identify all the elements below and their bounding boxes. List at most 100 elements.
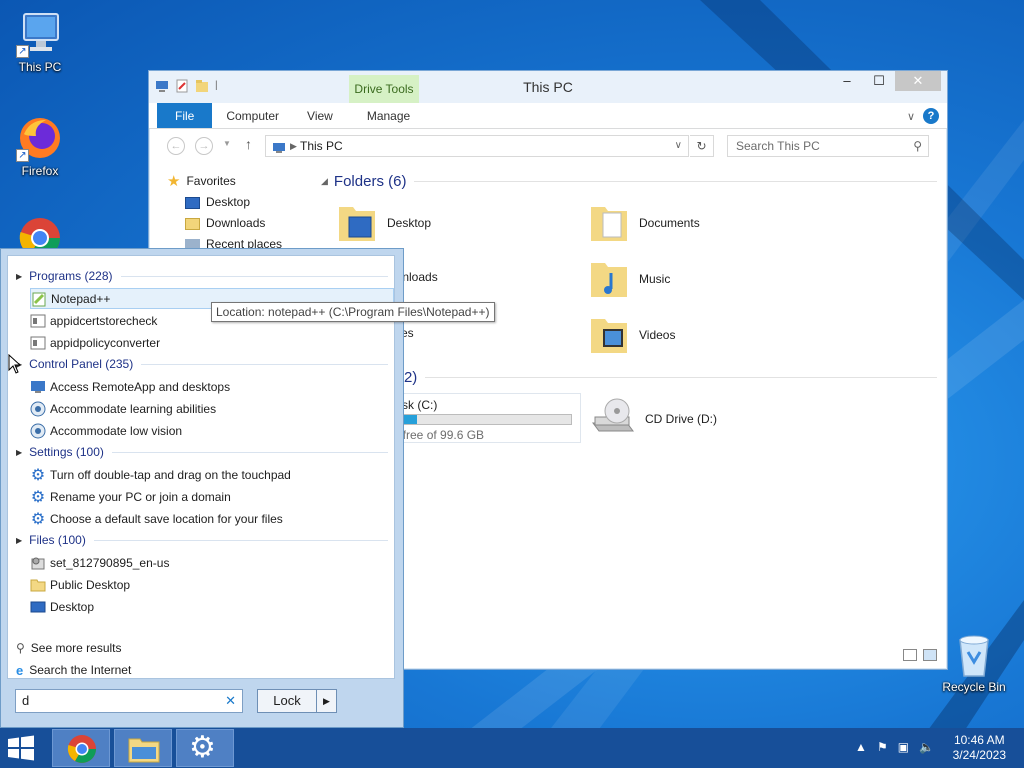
nav-item-label: Downloads	[206, 216, 266, 230]
result-rename-pc[interactable]: ⚙ Rename your PC or join a domain	[30, 486, 394, 507]
window-titlebar[interactable]: | Drive Tools This PC ‒ ☐ ✕	[149, 71, 947, 103]
result-turn-off-double-tap[interactable]: ⚙ Turn off double-tap and drag on the to…	[30, 464, 394, 485]
breadcrumb-chevron-icon[interactable]: ▶	[290, 136, 297, 156]
clear-search-icon[interactable]: ✕	[225, 690, 236, 712]
folder-music[interactable]: Music	[589, 255, 670, 302]
folders-header-label: Folders (6)	[333, 172, 407, 190]
desktop-folder-icon	[185, 196, 200, 209]
tab-manage[interactable]: Manage	[353, 103, 424, 128]
result-accommodate-low-vision[interactable]: Accommodate low vision	[30, 420, 394, 441]
category-control-panel[interactable]: ▶ Control Panel (235)	[16, 354, 388, 374]
folders-group-header[interactable]: ◢ Folders (6)	[321, 167, 937, 195]
search-placeholder: Search This PC	[736, 139, 820, 153]
see-more-results-link[interactable]: ⚲ See more results	[16, 638, 122, 658]
nav-item-downloads[interactable]: Downloads	[167, 213, 317, 234]
window-title: This PC	[523, 79, 573, 95]
up-button[interactable]: ↑	[245, 136, 252, 152]
action-center-flag-icon[interactable]: ⚑	[877, 740, 888, 754]
gear-icon: ⚙	[30, 510, 46, 528]
documents-folder-icon	[589, 199, 629, 246]
drives-grid: cal Disk (C:) 5 GB free of 99.6 GB CD Dr…	[321, 391, 937, 463]
desktop-folder-icon	[30, 599, 46, 615]
expand-triangle-icon: ▶	[16, 271, 23, 281]
navigation-bar: ← → ▼ ↑ ▶ This PC ∨ ↻ Search This PC ⚲	[149, 129, 947, 163]
result-accommodate-learning[interactable]: Accommodate learning abilities	[30, 398, 394, 419]
show-hidden-icons-icon[interactable]: ▲	[855, 740, 867, 754]
maximize-button[interactable]: ☐	[863, 71, 895, 91]
category-label: Files (100)	[29, 533, 86, 547]
folder-documents[interactable]: Documents	[589, 199, 700, 246]
tab-file[interactable]: File	[157, 103, 213, 128]
result-label: appidpolicyconverter	[50, 335, 161, 350]
result-appidpolicyconverter[interactable]: appidpolicyconverter	[30, 332, 394, 353]
large-icons-view-icon[interactable]	[923, 649, 937, 661]
result-label: Public Desktop	[50, 577, 131, 592]
clock[interactable]: 10:46 AM 3/24/2023	[953, 733, 1006, 763]
result-desktop[interactable]: Desktop	[30, 596, 394, 617]
minimize-button[interactable]: ‒	[831, 71, 863, 91]
drive-cd[interactable]: CD Drive (D:)	[589, 397, 717, 440]
taskbar-chrome[interactable]	[52, 729, 110, 767]
category-settings[interactable]: ▶ Settings (100)	[16, 442, 388, 462]
expand-ribbon-icon[interactable]: ∨	[907, 110, 915, 123]
close-button[interactable]: ✕	[895, 71, 941, 91]
gear-icon: ⚙	[30, 488, 46, 506]
search-icon: ⚲	[16, 641, 25, 655]
desktop-icon-label: Firefox	[21, 164, 59, 178]
refresh-button[interactable]: ↻	[690, 135, 714, 157]
network-icon[interactable]: ▣	[898, 740, 909, 754]
search-internet-link[interactable]: e Search the Internet	[16, 660, 131, 680]
category-files[interactable]: ▶ Files (100)	[16, 530, 388, 550]
address-bar[interactable]: ▶ This PC ∨	[265, 135, 689, 157]
lock-button-label: Lock	[273, 693, 301, 708]
desktop-icon-this-pc[interactable]: ↗ This PC	[2, 10, 78, 74]
power-options-arrow-icon[interactable]: ▶	[316, 690, 336, 712]
console-app-icon	[30, 335, 46, 351]
result-label: Access RemoteApp and desktops	[50, 379, 231, 394]
details-view-icon[interactable]	[903, 649, 917, 661]
desktop-icon-label: This PC	[18, 60, 62, 74]
forward-button[interactable]: →	[195, 137, 213, 155]
taskbar-file-explorer[interactable]	[114, 729, 172, 767]
nav-favorites[interactable]: ★ Favorites	[167, 171, 317, 192]
view-toggle	[903, 649, 937, 661]
search-icon: ⚲	[913, 139, 922, 153]
tab-computer[interactable]: Computer	[212, 103, 293, 128]
result-set-file[interactable]: set_812790895_en-us	[30, 552, 394, 573]
category-divider	[141, 363, 388, 365]
back-button[interactable]: ←	[167, 137, 185, 155]
category-label: Programs (228)	[29, 269, 113, 283]
remoteapp-icon	[30, 379, 46, 395]
nav-item-desktop[interactable]: Desktop	[167, 192, 317, 213]
expand-triangle-icon: ▶	[16, 447, 23, 457]
result-public-desktop[interactable]: Public Desktop	[30, 574, 394, 595]
internet-explorer-icon: e	[16, 662, 24, 678]
windows-start-icon[interactable]	[6, 735, 36, 761]
volume-muted-icon[interactable]: 🔈	[919, 740, 934, 754]
file-explorer-icon	[128, 735, 160, 766]
desktop-icon-firefox[interactable]: ↗ Firefox	[2, 114, 78, 178]
folder-videos[interactable]: Videos	[589, 311, 675, 358]
category-programs[interactable]: ▶ Programs (228)	[16, 266, 388, 286]
shortcut-arrow-icon: ↗	[16, 45, 29, 58]
taskbar-settings[interactable]: ⚙	[176, 729, 234, 767]
recent-locations-icon[interactable]: ▼	[223, 139, 231, 148]
result-access-remoteapp[interactable]: Access RemoteApp and desktops	[30, 376, 394, 397]
result-label: appidcertstorecheck	[50, 313, 158, 328]
tab-view[interactable]: View	[293, 103, 347, 128]
console-app-icon	[30, 313, 46, 329]
collapse-triangle-icon: ◢	[321, 175, 328, 186]
lock-button[interactable]: Lock ▶	[257, 689, 337, 713]
help-icon[interactable]: ?	[923, 108, 939, 124]
location-tooltip: Location: notepad++ (C:\Program Files\No…	[211, 302, 495, 322]
result-default-save-location[interactable]: ⚙ Choose a default save location for you…	[30, 508, 394, 529]
drives-group-header[interactable]: ◢ nd drives (2)	[321, 363, 937, 391]
address-dropdown-icon[interactable]: ∨	[675, 136, 682, 156]
search-input[interactable]: Search This PC ⚲	[727, 135, 929, 157]
folders-grid: Desktop Documents ownloads Music tures V…	[321, 195, 937, 363]
category-label: Settings (100)	[29, 445, 104, 459]
folder-desktop[interactable]: Desktop	[337, 199, 431, 246]
start-search-input[interactable]: d ✕	[15, 689, 243, 713]
address-text: This PC	[300, 139, 343, 153]
shortcut-arrow-icon: ↗	[16, 149, 29, 162]
